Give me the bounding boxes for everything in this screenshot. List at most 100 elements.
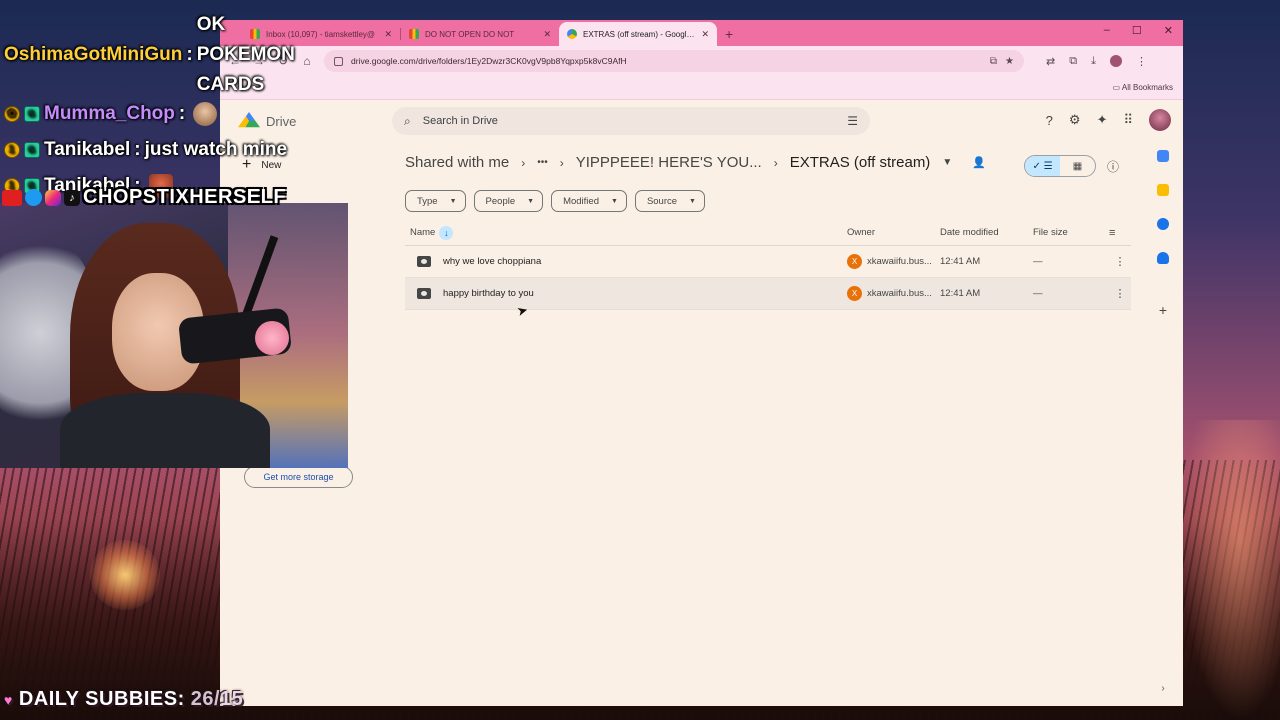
- gift-badge-icon: G: [24, 106, 40, 122]
- breadcrumb-shared-with-me[interactable]: Shared with me: [405, 154, 509, 171]
- view-toggle: ✓ ☰ ▦: [1024, 155, 1096, 177]
- sort-direction-icon[interactable]: ↓: [439, 225, 454, 240]
- url-bar[interactable]: drive.google.com/drive/folders/1Ey2Dwzr3…: [324, 50, 1024, 72]
- extension-sync-icon[interactable]: ⇄: [1046, 55, 1055, 68]
- close-tab-icon[interactable]: ✕: [384, 29, 392, 40]
- search-icon[interactable]: ⌕: [404, 114, 411, 129]
- drive-search-box[interactable]: ⌕ Search in Drive ☰: [392, 107, 870, 135]
- daily-subbies-label: DAILY SUBBIES:: [18, 688, 185, 710]
- tab-strip: Inbox (10,097) - tiamskettley@ ✕ DO NOT …: [220, 20, 1183, 46]
- filter-label: Source: [646, 195, 678, 207]
- close-window-button[interactable]: ✕: [1164, 24, 1173, 37]
- filter-modified[interactable]: Modified ▼: [551, 190, 627, 212]
- folder-dropdown-icon[interactable]: ▼: [942, 157, 952, 168]
- browser-menu-icon[interactable]: ⋮: [1136, 55, 1147, 68]
- breadcrumb-yipppeee-folder[interactable]: YIPPPEEE! HERE'S YOU...: [576, 154, 762, 171]
- column-header-owner: Owner: [847, 227, 875, 238]
- caret-down-icon: ▼: [689, 197, 696, 205]
- breadcrumb-current-folder[interactable]: EXTRAS (off stream): [790, 154, 931, 171]
- stream-chat: OshimaGotMiniGun : OK POKEMON CARDS ✿ G …: [0, 10, 300, 204]
- background-sun: [90, 540, 160, 610]
- expand-panel-chevron-icon[interactable]: ›: [1161, 683, 1164, 694]
- account-avatar[interactable]: [1149, 109, 1171, 131]
- close-tab-icon[interactable]: ✕: [701, 29, 709, 40]
- caret-down-icon: ▼: [449, 197, 457, 205]
- tab-title: DO NOT OPEN DO NOT: [425, 29, 515, 39]
- profile-avatar[interactable]: [1109, 55, 1122, 67]
- downloads-icon[interactable]: ⤓: [1091, 55, 1096, 68]
- browser-toolbar: ⇄ ⧉ ⤓ ⋮: [1046, 55, 1147, 68]
- extensions-icon[interactable]: ⧉: [1069, 55, 1077, 68]
- side-panel: + ›: [1143, 142, 1183, 702]
- shared-folder-icon: [417, 288, 431, 299]
- bookmark-star-icon[interactable]: ★: [1005, 56, 1014, 67]
- list-view-icon[interactable]: ✓ ☰: [1025, 156, 1060, 176]
- chat-message: ✿ G Mumma_Chop :: [0, 96, 300, 132]
- chat-username: OshimaGotMiniGun: [4, 44, 183, 65]
- sort-options-icon[interactable]: ≡: [1109, 227, 1131, 239]
- drive-app: Drive ⌕ Search in Drive ☰ ? ⚙ ✦ ⠿ + New …: [220, 100, 1183, 706]
- maximize-button[interactable]: ☐: [1132, 24, 1142, 37]
- social-handles: ♪ CHOPSTIXHERSELF: [2, 186, 286, 209]
- get-addons-plus-icon[interactable]: +: [1159, 302, 1167, 318]
- gift-badge-icon: G: [24, 142, 40, 158]
- url-text: drive.google.com/drive/folders/1Ey2Dwzr3…: [351, 56, 627, 66]
- details-info-icon[interactable]: ⓘ: [1107, 158, 1119, 175]
- date-modified-cell: 12:41 AM: [940, 256, 981, 267]
- table-row[interactable]: happy birthday to you X xkawaiifu.bus...…: [405, 278, 1131, 310]
- browser-tab-extras[interactable]: EXTRAS (off stream) - Google D ✕: [559, 22, 717, 46]
- chevron-right-icon: ›: [559, 155, 564, 170]
- home-icon[interactable]: ⌂: [300, 54, 314, 68]
- search-placeholder: Search in Drive: [422, 115, 498, 127]
- gmail-icon: [409, 29, 419, 39]
- chat-username: Mumma_Chop: [44, 103, 175, 124]
- caret-down-icon: ▼: [611, 197, 618, 205]
- more-actions-icon[interactable]: ⋮: [1109, 255, 1131, 268]
- filter-people[interactable]: People ▼: [473, 190, 544, 212]
- help-icon[interactable]: ?: [1046, 113, 1053, 128]
- tasks-icon[interactable]: [1157, 218, 1169, 230]
- drive-header-actions: ? ⚙ ✦ ⠿: [1046, 109, 1171, 131]
- filter-type[interactable]: Type ▼: [405, 190, 466, 212]
- minimize-button[interactable]: –: [1104, 24, 1110, 37]
- column-header-date-modified[interactable]: Date modified: [940, 227, 1033, 238]
- shared-folder-icon[interactable]: 👤: [972, 156, 986, 169]
- filter-label: Modified: [563, 195, 599, 207]
- table-row[interactable]: why we love choppiana X xkawaiifu.bus...…: [405, 246, 1131, 278]
- chat-username: Tanikabel: [44, 139, 131, 160]
- window-controls: – ☐ ✕: [1104, 24, 1173, 37]
- gemini-sparkle-icon[interactable]: ✦: [1097, 112, 1108, 128]
- calendar-icon[interactable]: [1157, 150, 1169, 162]
- streamer-handle: CHOPSTIXHERSELF: [83, 186, 287, 208]
- get-more-storage-label: Get more storage: [263, 472, 334, 482]
- file-name: happy birthday to you: [443, 288, 534, 299]
- address-bar-row: ← → ↻ ⌂ drive.google.com/drive/folders/1…: [220, 46, 1183, 76]
- get-more-storage-button[interactable]: Get more storage: [244, 466, 353, 488]
- column-header-name[interactable]: Name ↓: [405, 225, 847, 240]
- sub-badge-icon: ✿: [4, 106, 20, 122]
- more-actions-icon[interactable]: ⋮: [1109, 287, 1131, 300]
- column-label: Name: [410, 227, 436, 238]
- daily-subbies-value: 26/15: [190, 688, 244, 710]
- shared-folder-icon: [417, 256, 431, 267]
- settings-gear-icon[interactable]: ⚙: [1069, 112, 1081, 128]
- column-header-file-size[interactable]: File size: [1033, 227, 1109, 238]
- file-size-cell: —: [1033, 288, 1043, 299]
- new-tab-button[interactable]: +: [725, 26, 733, 42]
- close-tab-icon[interactable]: ✕: [543, 29, 551, 40]
- tiktok-icon: ♪: [64, 189, 80, 206]
- contacts-icon[interactable]: [1157, 252, 1169, 264]
- filter-source[interactable]: Source ▼: [634, 190, 705, 212]
- breadcrumb-more-icon[interactable]: •••: [537, 157, 548, 168]
- all-bookmarks-button[interactable]: ▭ All Bookmarks: [1113, 83, 1173, 92]
- date-modified-cell: 12:41 AM: [940, 288, 981, 299]
- google-apps-icon[interactable]: ⠿: [1123, 112, 1133, 128]
- search-options-icon[interactable]: ☰: [847, 114, 858, 128]
- grid-view-icon[interactable]: ▦: [1060, 156, 1095, 176]
- webcam-streamer-body: [60, 393, 270, 468]
- install-app-icon[interactable]: ⧉: [990, 56, 997, 67]
- site-info-icon[interactable]: [334, 56, 343, 66]
- owner-name: xkawaiifu.bus...: [867, 256, 932, 267]
- browser-tab-do-not-open[interactable]: DO NOT OPEN DO NOT ✕: [401, 22, 559, 46]
- keep-icon[interactable]: [1157, 184, 1169, 196]
